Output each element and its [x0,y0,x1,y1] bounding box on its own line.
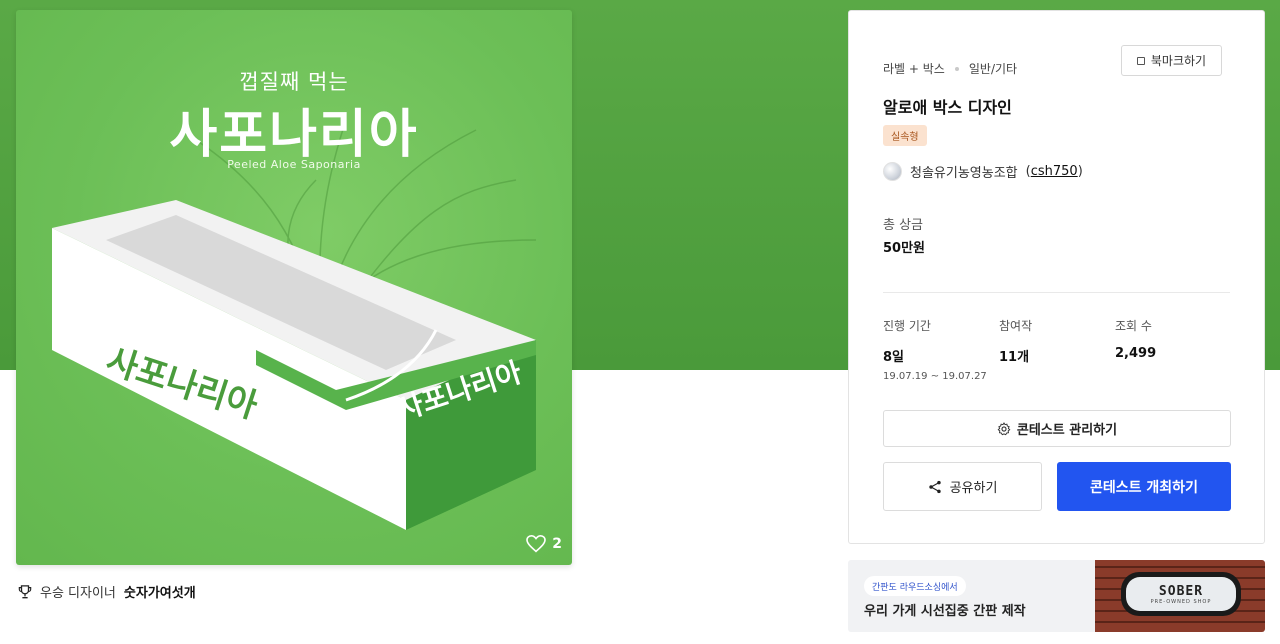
sign-image: SOBER PRE-OWNED SHOP [1121,572,1241,616]
stat-period: 진행 기간 8일 19.07.19 ~ 19.07.27 [883,317,987,382]
winner-label: 우승 디자이너 [40,586,116,601]
share-label: 공유하기 [949,481,998,496]
separator-dot [954,66,959,71]
divider [883,292,1230,293]
avatar [883,162,902,181]
prize-value: 50만원 [883,241,926,256]
host-name: 청솔유기농영농조합 [910,166,1018,181]
sign-brand: SOBER [1158,583,1204,599]
period-value: 8일 [883,350,905,365]
heart-icon [526,535,547,553]
ad-image: SOBER PRE-OWNED SHOP [1095,560,1265,632]
period-label: 진행 기간 [883,319,931,333]
contest-info-panel: 라벨 + 박스 일반/기타 북마크하기 알로애 박스 디자인 실속형 청솔유기농… [848,10,1265,544]
subcategory-label[interactable]: 일반/기타 [969,60,1017,77]
stat-entries: 참여작 11개 [999,317,1032,365]
product-title: 사포나리아 [169,105,419,165]
category-breadcrumb: 라벨 + 박스 일반/기타 [883,60,1017,77]
sign-face: SOBER PRE-OWNED SHOP [1126,577,1236,611]
host-contest-button[interactable]: 콘테스트 개최하기 [1057,462,1231,511]
bookmark-button[interactable]: 북마크하기 [1121,45,1222,76]
views-value: 2,499 [1115,346,1157,361]
product-english-name: Peeled Aloe Saponaria [227,158,361,171]
host-id-wrapper: (csh750) [1025,164,1083,179]
tier-badge: 실속형 [883,125,927,146]
manage-contest-label: 콘테스트 관리하기 [1016,423,1118,438]
views-label: 조회 수 [1115,319,1152,333]
ad-tag: 간판도 라우드소싱에서 [864,576,966,596]
category-label[interactable]: 라벨 + 박스 [883,60,945,77]
winner-name[interactable]: 숫자가여섯개 [124,582,196,601]
contest-title: 알로애 박스 디자인 [883,98,1012,117]
trophy-icon [18,584,32,598]
product-image[interactable]: 사포나리아 사포나리아 껍질째 먹는 사포나리아 Peeled Aloe Sap… [16,10,572,565]
bookmark-label: 북마크하기 [1150,54,1207,68]
like-count: 2 [552,536,562,552]
period-range: 19.07.19 ~ 19.07.27 [883,371,987,382]
host-info[interactable]: 청솔유기농영농조합 (csh750) [883,162,1083,181]
entries-value: 11개 [999,350,1030,365]
host-id[interactable]: csh750 [1031,164,1078,179]
manage-contest-button[interactable]: 콘테스트 관리하기 [883,410,1231,447]
sign-subtext: PRE-OWNED SHOP [1150,598,1212,605]
bookmark-icon [1136,56,1145,65]
gear-icon [997,421,1011,435]
share-button[interactable]: 공유하기 [883,462,1042,511]
ad-text: 우리 가게 시선집중 간판 제작 [864,604,1026,619]
prize-label: 총 상금 [883,218,924,233]
winner-info: 우승 디자이너 숫자가여섯개 [18,582,196,601]
entries-label: 참여작 [999,319,1033,333]
like-button[interactable]: 2 [526,535,562,553]
stat-views: 조회 수 2,499 [1115,317,1156,361]
share-icon [928,480,941,493]
ad-banner[interactable]: 간판도 라우드소싱에서 우리 가게 시선집중 간판 제작 SOBER PRE-O… [848,560,1265,632]
